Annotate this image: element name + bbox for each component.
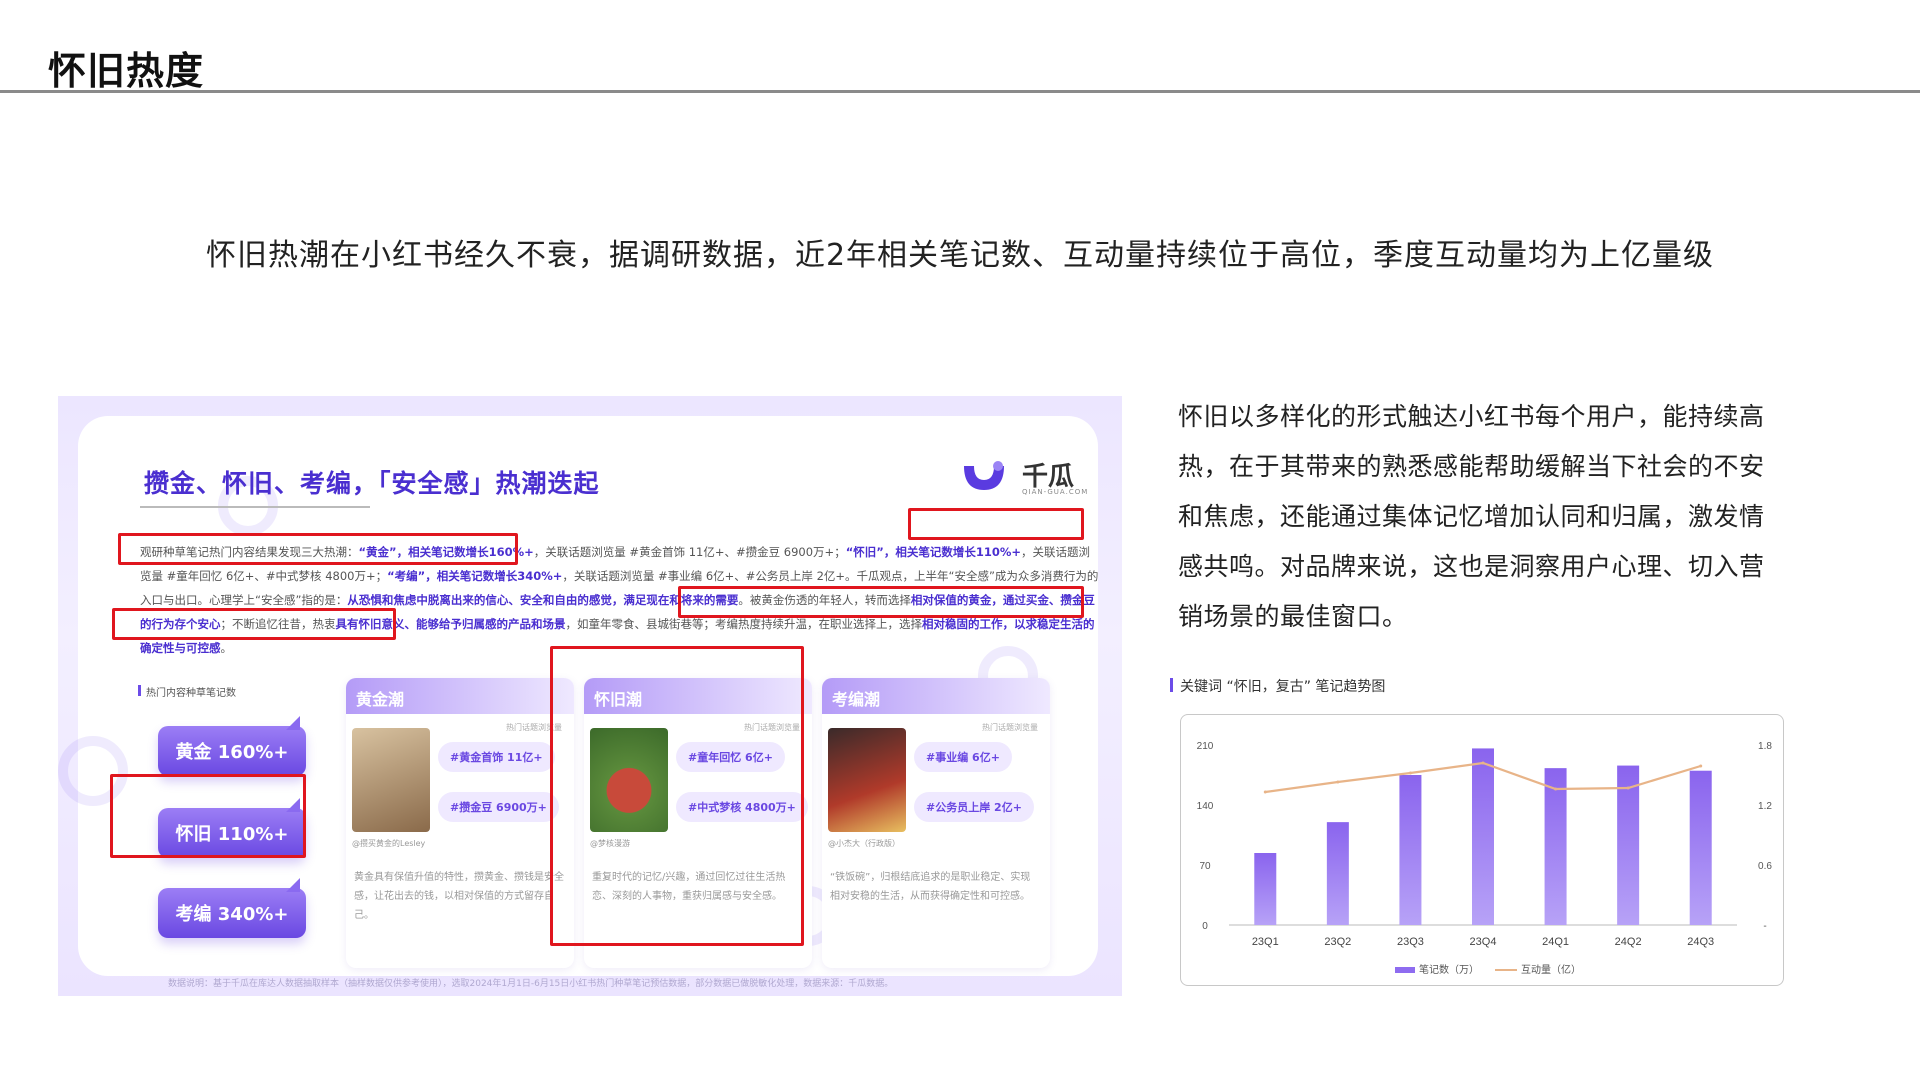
trend-chart-svg: 0 70 140 210 - 0.6 1.2 1.8 23Q1 23Q2 23Q3 23Q4 24Q1 2… (1197, 741, 1773, 976)
column-sub: 热门话题浏览量 (982, 723, 1038, 732)
highlight-box (112, 608, 396, 640)
page-title: 怀旧热度 (48, 49, 205, 93)
y-right-tick-label: 0.6 (1758, 861, 1772, 872)
report-title-divider (140, 506, 370, 508)
line-point (1408, 771, 1412, 775)
line-point (1336, 780, 1340, 784)
x-tick-label: 24Q1 (1542, 936, 1569, 948)
x-tick-label: 23Q4 (1470, 936, 1497, 948)
y-right-tick-label: 1.8 (1758, 741, 1772, 752)
bar (1326, 822, 1349, 925)
y-left-tick-label: 140 (1197, 801, 1214, 812)
line-point (1263, 790, 1267, 794)
logo-subtext: QIAN-GUA.COM (1022, 488, 1089, 496)
line-point (1481, 761, 1485, 765)
highlight-box (908, 508, 1084, 540)
report-highlight-text: “怀旧”，相关笔记数增长110%+ (845, 545, 1021, 559)
topic-pill: #黄金首饰 11亿+ (438, 742, 555, 772)
column-desc: 黄金具有保值升值的特性，攒黄金、攒钱是安全感，让花出去的钱，以相对保值的方式留存… (354, 872, 564, 921)
line-point (1626, 786, 1630, 790)
highlight-box (110, 774, 306, 858)
side-paragraph: 怀旧以多样化的形式触达小红书每个用户，能持续高热，在于其带来的熟悉感能帮助缓解当… (1178, 402, 1765, 631)
report-legend: 热门内容种草笔记数 (138, 684, 236, 699)
x-tick-label: 24Q3 (1687, 936, 1714, 948)
x-tick-label: 23Q2 (1324, 936, 1351, 948)
report-text: 。 (220, 641, 233, 655)
highlight-box (550, 646, 804, 946)
civil-exam-photo (828, 728, 906, 832)
report-footnote: 数据说明：基于千瓜在库达人数据抽取样本（抽样数据仅供参考使用），选取2024年1… (168, 979, 894, 989)
trend-chart: 0 70 140 210 - 0.6 1.2 1.8 23Q1 23Q2 23Q3 23Q4 24Q1 2… (1180, 714, 1784, 986)
chart-caption: 关键词 “怀旧，复古” 笔记趋势图 (1169, 676, 1385, 696)
column-head: 黄金潮 (346, 678, 574, 714)
bar (1689, 770, 1712, 925)
tag-civil-exam: 考编 340%+ (158, 878, 306, 938)
report-text: ，如童年零食、县城街巷等；考编热度持续升温，在职业选择上，选择 (565, 617, 923, 631)
report-highlight-text: “考编”，相关笔记数增长340%+ (387, 569, 563, 583)
highlight-box (118, 533, 518, 565)
column-civil-exam: 考编潮 热门话题浏览量 @小杰大（行政版） #事业编 6亿+ #公务员上岸 2亿… (822, 678, 1050, 968)
bar (1399, 775, 1422, 925)
qiangua-logo-icon (964, 461, 1004, 490)
line-point (1699, 764, 1703, 768)
report-title: 攒金、怀旧、考编，「安全感」热潮迭起 (144, 469, 600, 498)
y-left-tick-label: 70 (1199, 861, 1211, 872)
legend-line-label: 互动量（亿） (1521, 963, 1581, 976)
topic-pill: #事业编 6亿+ (914, 742, 1012, 772)
bar (1472, 748, 1494, 925)
y-right-tick-label: 1.2 (1758, 801, 1772, 812)
topic-pill: #攒金豆 6900万+ (438, 792, 559, 822)
y-right-tick-label: - (1763, 921, 1766, 932)
bar (1254, 853, 1277, 925)
y-left-tick-label: 0 (1202, 921, 1208, 932)
report-card: 攒金、怀旧、考编，「安全感」热潮迭起 千瓜 QIAN-GUA.COM 观研种草笔… (58, 396, 1122, 996)
legend-bar-label: 笔记数（万） (1419, 963, 1479, 976)
x-tick-label: 23Q3 (1397, 936, 1424, 948)
column-head: 考编潮 (822, 678, 1050, 714)
x-tick-label: 24Q2 (1615, 936, 1642, 948)
headline: 怀旧热潮在小红书经久不衰，据调研数据，近2年相关笔记数、互动量持续位于高位，季度… (205, 238, 1715, 273)
gold-photo (352, 728, 430, 832)
title-divider (0, 90, 1920, 93)
topic-pill: #公务员上岸 2亿+ (914, 792, 1034, 822)
column-desc: “铁饭碗”，归根结底追求的是职业稳定、实现相对安稳的生活，从而获得确定性和可控感… (830, 872, 1031, 902)
y-left-tick-label: 210 (1197, 741, 1214, 752)
legend-bar-swatch (1395, 967, 1415, 973)
tag-gold: 黄金 160%+ (158, 716, 306, 776)
column-user: @攒买黄金的Lesley (352, 839, 426, 848)
line-point (1554, 787, 1558, 791)
bar (1544, 768, 1567, 925)
highlight-box (678, 586, 1084, 618)
report-text: ，关联话题浏览量 #黄金首饰 11亿+、#攒金豆 6900万+； (533, 545, 846, 559)
x-tick-label: 23Q1 (1252, 936, 1279, 948)
column-user: @小杰大（行政版） (828, 839, 900, 848)
column-gold: 黄金潮 热门话题浏览量 @攒买黄金的Lesley #黄金首饰 11亿+ #攒金豆… (346, 678, 574, 968)
